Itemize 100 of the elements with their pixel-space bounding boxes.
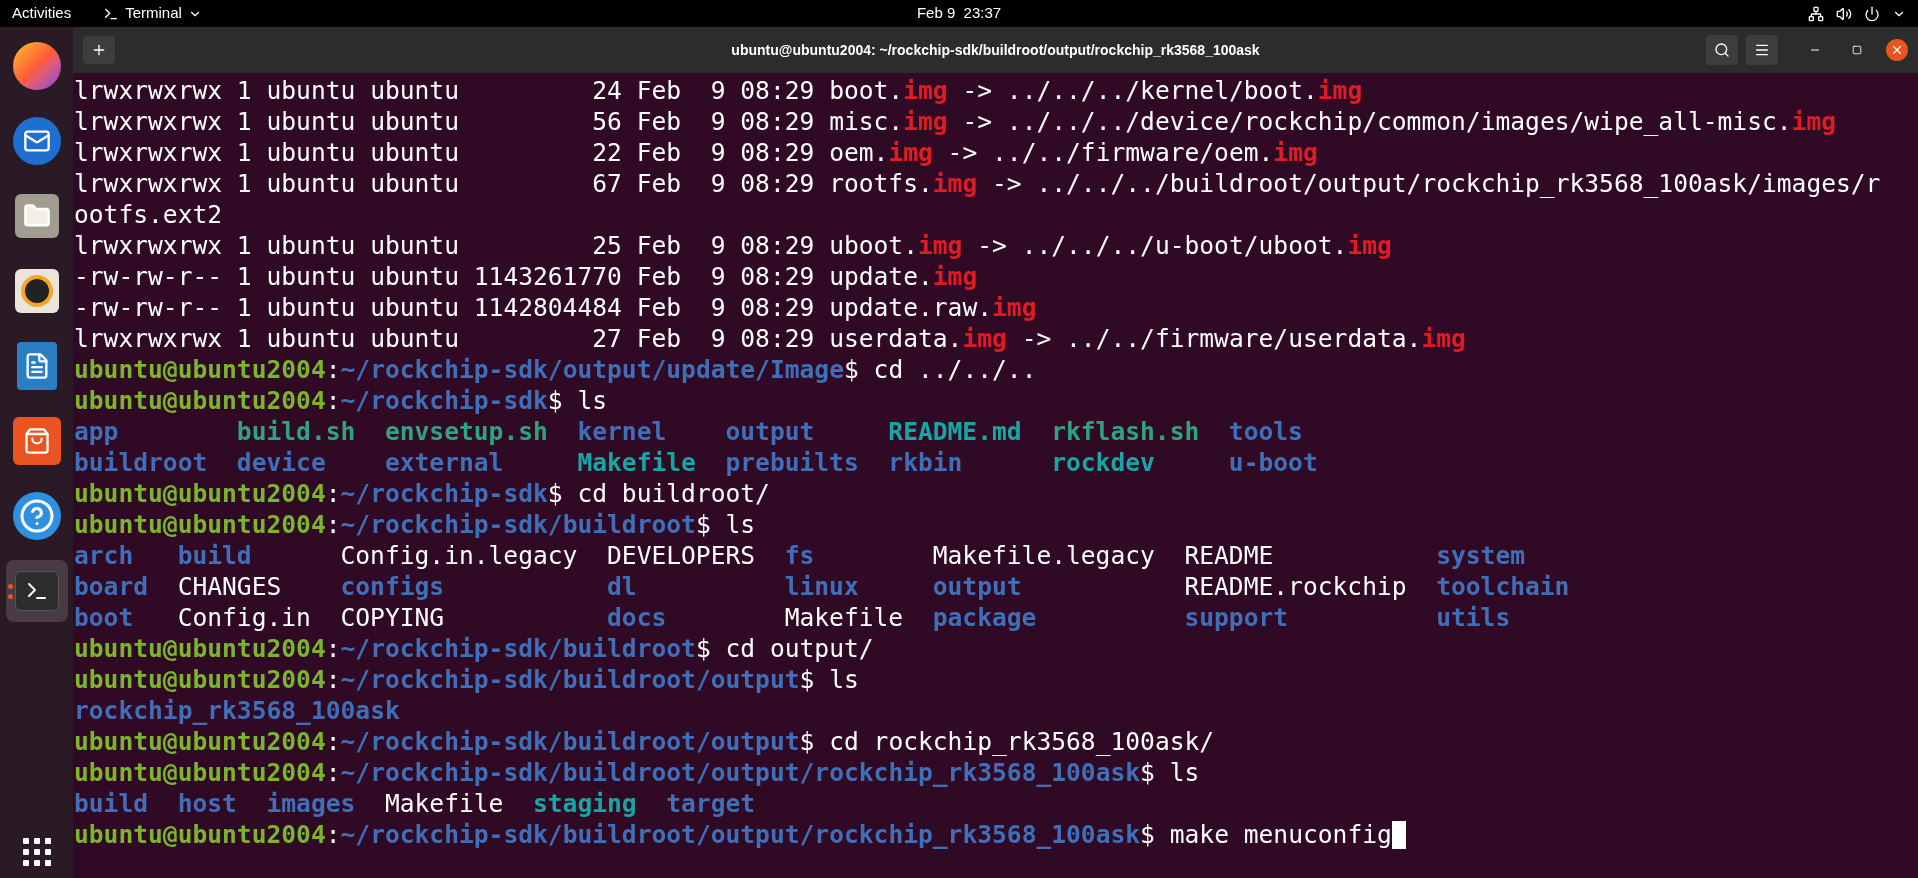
- terminal-text: :: [325, 664, 341, 695]
- terminal-text: -> ../../firmware/oem.: [946, 137, 1274, 168]
- prompt-user: ubuntu@ubuntu2004: [74, 726, 326, 757]
- directory-name: build: [74, 789, 149, 818]
- prompt-user: ubuntu@ubuntu2004: [74, 664, 326, 695]
- terminal-text: Makefile: [784, 603, 904, 632]
- prompt-user: ubuntu@ubuntu2004: [74, 385, 326, 416]
- terminal-text: :: [325, 726, 341, 757]
- directory-name: app: [74, 417, 119, 446]
- prompt-path: ~/rockchip-sdk/buildroot: [340, 509, 696, 540]
- prompt-path: ~/rockchip-sdk/buildroot/output: [340, 726, 800, 757]
- plus-icon: [91, 42, 107, 58]
- terminal-text: -> ../../firmware/userdata.: [1020, 323, 1422, 354]
- search-icon: [1714, 42, 1730, 58]
- app-grid-icon[interactable]: [22, 838, 51, 866]
- prompt-user: ubuntu@ubuntu2004: [74, 757, 326, 788]
- terminal-text: $ ls: [1140, 757, 1200, 788]
- directory-name: board: [74, 572, 149, 601]
- highlighted-text: img: [1421, 323, 1466, 354]
- symlink-name: Makefile: [577, 448, 696, 477]
- document-icon: [16, 342, 57, 390]
- highlighted-text: img: [992, 292, 1037, 323]
- terminal-icon: [14, 571, 59, 611]
- terminal-text: -> ../../../device/rockchip/common/images/wipe_all-misc.: [961, 106, 1792, 137]
- terminal-text: Config.in.legacy: [340, 541, 578, 570]
- directory-name: external: [384, 448, 504, 477]
- highlighted-text: img: [1273, 137, 1318, 168]
- highlighted-text: img: [903, 106, 948, 137]
- power-icon[interactable]: [1864, 5, 1880, 22]
- symlink-name: staging: [533, 789, 637, 818]
- prompt-user: ubuntu@ubuntu2004: [74, 509, 326, 540]
- directory-name: arch: [74, 541, 134, 570]
- terminal-text: $ ls: [799, 664, 859, 695]
- terminal-text: CHANGES: [177, 572, 282, 601]
- terminal-text: :: [325, 633, 341, 664]
- prompt-path: ~/rockchip-sdk/buildroot: [340, 633, 696, 664]
- directory-name: output: [725, 417, 815, 446]
- prompt-path: ~/rockchip-sdk/buildroot/output: [340, 664, 800, 695]
- terminal-text: $ cd output/: [695, 633, 874, 664]
- directory-name: linux: [784, 572, 859, 601]
- terminal-text: $ ls: [547, 385, 608, 416]
- terminal-text: :: [325, 819, 341, 850]
- menu-button[interactable]: [1746, 35, 1778, 65]
- terminal-text: lrwxrwxrwx 1 ubuntu ubuntu 67 Feb 9 08:29 rootfs.: [74, 168, 933, 199]
- directory-name: prebuilts: [725, 448, 859, 477]
- maximize-icon: [1852, 45, 1862, 55]
- highlighted-text: img: [1347, 230, 1392, 261]
- symlink-name: README.md: [888, 417, 1022, 446]
- highlighted-text: img: [932, 168, 978, 199]
- activities-button[interactable]: Activities: [12, 2, 72, 25]
- directory-name: target: [666, 789, 756, 818]
- directory-name: docs: [607, 603, 667, 632]
- terminal-text: :: [325, 354, 341, 385]
- highlighted-text: img: [918, 230, 963, 261]
- prompt-path: ~/rockchip-sdk: [340, 385, 548, 416]
- executable-name: envsetup.sh: [384, 417, 548, 446]
- shopping-bag-icon: [12, 417, 61, 465]
- terminal-text: lrwxrwxrwx 1 ubuntu ubuntu 25 Feb 9 08:29 uboot.: [74, 230, 918, 261]
- directory-name: tools: [1228, 417, 1303, 446]
- terminal-text: lrwxrwxrwx 1 ubuntu ubuntu 24 Feb 9 08:29 boot.: [74, 75, 904, 106]
- terminal-text: $ cd rockchip_rk3568_100ask/: [799, 726, 1215, 757]
- mail-icon: [12, 117, 61, 165]
- search-button[interactable]: [1706, 35, 1738, 65]
- directory-name: package: [932, 603, 1037, 632]
- browser-icon: [12, 42, 61, 90]
- volume-icon[interactable]: [1836, 5, 1852, 22]
- prompt-user: ubuntu@ubuntu2004: [74, 354, 326, 385]
- terminal-text: :: [325, 385, 341, 416]
- terminal-text: -rw-rw-r-- 1 ubuntu ubuntu 1142804484 Feb 9 08:29 update.raw.: [74, 292, 992, 323]
- terminal-text: $ ls: [695, 509, 756, 540]
- directory-name: system: [1436, 541, 1525, 570]
- network-icon[interactable]: [1808, 5, 1824, 22]
- directory-name: support: [1184, 603, 1289, 632]
- directory-name: fs: [784, 541, 815, 570]
- prompt-path: ~/rockchip-sdk/output/update/Image: [340, 354, 844, 385]
- terminal-text: $ cd buildroot/: [547, 478, 770, 509]
- new-tab-button[interactable]: [83, 36, 115, 64]
- directory-name: u-boot: [1228, 448, 1318, 477]
- symlink-name: rockdev: [1051, 448, 1155, 477]
- directory-name: boot: [74, 603, 134, 632]
- terminal-text: -> ../../../kernel/boot.: [961, 75, 1318, 106]
- terminal-text: Config.in: [177, 603, 311, 632]
- terminal-text: lrwxrwxrwx 1 ubuntu ubuntu 56 Feb 9 08:29 misc.: [74, 106, 904, 137]
- clock[interactable]: Feb 9 23:37: [916, 2, 1002, 25]
- directory-name: rockchip_rk3568_100ask: [74, 695, 400, 726]
- app-menu[interactable]: Terminal: [103, 2, 202, 25]
- close-button[interactable]: [1886, 39, 1908, 61]
- terminal-text: DEVELOPERS: [607, 541, 756, 570]
- prompt-user: ubuntu@ubuntu2004: [74, 633, 326, 664]
- directory-name: configs: [340, 572, 445, 601]
- terminal-text: -rw-rw-r-- 1 ubuntu ubuntu 1143261770 Feb 9 08:29 update.: [74, 261, 933, 292]
- executable-name: rkflash.sh: [1051, 417, 1200, 446]
- help-icon: [12, 492, 61, 540]
- terminal-text: Makefile: [384, 789, 504, 818]
- close-icon: [1890, 43, 1904, 57]
- directory-name: host: [177, 789, 237, 818]
- terminal-text: $ make menuconfig: [1140, 819, 1392, 850]
- directory-name: toolchain: [1436, 572, 1570, 601]
- directory-name: build: [177, 541, 252, 570]
- directory-name: device: [236, 448, 326, 477]
